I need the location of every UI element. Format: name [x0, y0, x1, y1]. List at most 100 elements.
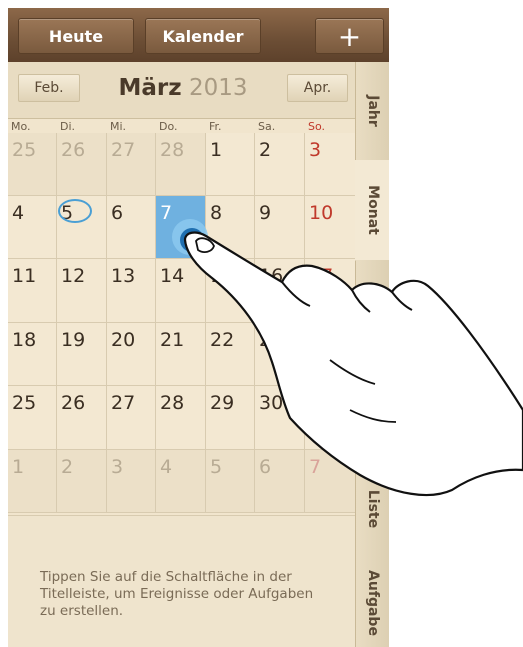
day-number: 5: [210, 456, 223, 478]
day-cell[interactable]: 10: [305, 196, 356, 259]
day-cell[interactable]: 23: [255, 323, 305, 386]
tab-label: Liste: [365, 489, 381, 529]
day-number: 2: [259, 139, 272, 161]
view-tabs: Jahr Monat Woche Tag Liste Aufgabe: [355, 62, 389, 647]
tab-label: Aufgabe: [365, 569, 382, 636]
month-header: Feb. März 2013 Apr.: [8, 62, 355, 119]
weekday-label: Sa.: [258, 120, 276, 133]
day-number: 30: [259, 392, 284, 414]
calendar-app: Heute Kalender + Feb. März 2013 Apr. Mo.…: [8, 8, 389, 647]
day-cell[interactable]: 7: [156, 196, 206, 259]
day-number: 21: [160, 329, 185, 351]
day-number: 14: [160, 265, 185, 287]
day-number: 3: [309, 139, 322, 161]
tab-label: Woche: [365, 283, 382, 337]
day-number: 1: [210, 139, 223, 161]
day-cell[interactable]: 30: [255, 386, 305, 450]
day-number: 26: [61, 392, 86, 414]
tab-month[interactable]: Monat: [355, 160, 389, 261]
day-cell[interactable]: 11: [8, 259, 57, 323]
day-cell[interactable]: 6: [107, 196, 156, 259]
day-number: 29: [210, 392, 235, 414]
day-number: 6: [111, 202, 124, 224]
day-number: 28: [160, 139, 185, 161]
day-number: 26: [61, 139, 86, 161]
day-cell[interactable]: 12: [57, 259, 107, 323]
day-number: 16: [259, 265, 284, 287]
tab-list[interactable]: Liste: [356, 460, 389, 559]
calendar-button[interactable]: Kalender: [145, 18, 261, 54]
day-number: 4: [12, 202, 25, 224]
day-cell[interactable]: 24: [305, 323, 356, 386]
day-cell[interactable]: 8: [206, 196, 255, 259]
day-cell[interactable]: 1: [206, 133, 255, 196]
tab-week[interactable]: Woche: [356, 260, 389, 361]
previous-month-button[interactable]: Feb.: [18, 74, 80, 102]
weekday-label: Di.: [60, 120, 76, 133]
tab-year[interactable]: Jahr: [356, 62, 389, 161]
day-cell[interactable]: 3: [305, 133, 356, 196]
tab-day[interactable]: Tag: [356, 360, 389, 461]
day-cell[interactable]: 5: [206, 450, 255, 513]
month-name: März: [118, 75, 182, 101]
day-number: 1: [12, 456, 25, 478]
day-cell[interactable]: 4: [8, 196, 57, 259]
today-button[interactable]: Heute: [18, 18, 134, 54]
day-cell[interactable]: 18: [8, 323, 57, 386]
day-number: 28: [160, 392, 185, 414]
day-cell[interactable]: 1: [8, 450, 57, 513]
weekday-label: Do.: [159, 120, 178, 133]
day-cell[interactable]: 14: [156, 259, 206, 323]
day-cell[interactable]: 6: [255, 450, 305, 513]
day-cell[interactable]: 2: [57, 450, 107, 513]
day-cell[interactable]: 25: [8, 133, 57, 196]
day-cell[interactable]: 28: [156, 386, 206, 450]
day-cell[interactable]: 4: [156, 450, 206, 513]
day-cell[interactable]: 16: [255, 259, 305, 323]
day-cell[interactable]: 26: [57, 386, 107, 450]
day-cell[interactable]: 26: [57, 133, 107, 196]
month-grid: 25 26 27 28 1 2 3 4 5 6 7 8 9 10 11 12 13 14 15 16 17 18 19 20 2…: [8, 133, 356, 514]
day-number: 15: [210, 265, 235, 287]
day-cell[interactable]: 9: [255, 196, 305, 259]
day-cell[interactable]: 15: [206, 259, 255, 323]
day-cell[interactable]: 22: [206, 323, 255, 386]
info-area: Tippen Sie auf die Schaltfläche in der T…: [8, 515, 355, 647]
next-month-button[interactable]: Apr.: [287, 74, 348, 102]
day-number: 24: [309, 329, 334, 351]
day-number: 7: [160, 202, 173, 224]
day-cell[interactable]: 28: [156, 133, 206, 196]
day-cell[interactable]: 31: [305, 386, 356, 450]
day-number: 27: [111, 139, 136, 161]
day-number: 7: [309, 456, 322, 478]
weekday-label: Mi.: [110, 120, 127, 133]
day-cell[interactable]: 19: [57, 323, 107, 386]
day-number: 13: [111, 265, 136, 287]
weekday-label: Fr.: [209, 120, 222, 133]
day-cell[interactable]: 20: [107, 323, 156, 386]
day-cell[interactable]: 27: [107, 133, 156, 196]
day-number: 31: [309, 392, 334, 414]
day-number: 3: [111, 456, 124, 478]
day-cell[interactable]: 27: [107, 386, 156, 450]
day-cell[interactable]: 3: [107, 450, 156, 513]
day-cell[interactable]: 29: [206, 386, 255, 450]
plus-icon: +: [337, 19, 362, 53]
info-text: Tippen Sie auf die Schaltfläche in der T…: [40, 569, 314, 619]
day-cell[interactable]: 13: [107, 259, 156, 323]
day-number: 8: [210, 202, 223, 224]
day-number: 2: [61, 456, 74, 478]
day-cell[interactable]: 21: [156, 323, 206, 386]
day-cell[interactable]: 2: [255, 133, 305, 196]
day-cell[interactable]: 17: [305, 259, 356, 323]
day-number: 23: [259, 329, 284, 351]
day-cell[interactable]: 5: [57, 196, 107, 259]
day-number: 9: [259, 202, 272, 224]
day-number: 25: [12, 139, 37, 161]
day-cell[interactable]: 7: [305, 450, 356, 513]
tab-task[interactable]: Aufgabe: [356, 558, 389, 647]
day-number: 12: [61, 265, 86, 287]
add-button[interactable]: +: [315, 18, 384, 54]
day-cell[interactable]: 25: [8, 386, 57, 450]
day-number: 19: [61, 329, 86, 351]
